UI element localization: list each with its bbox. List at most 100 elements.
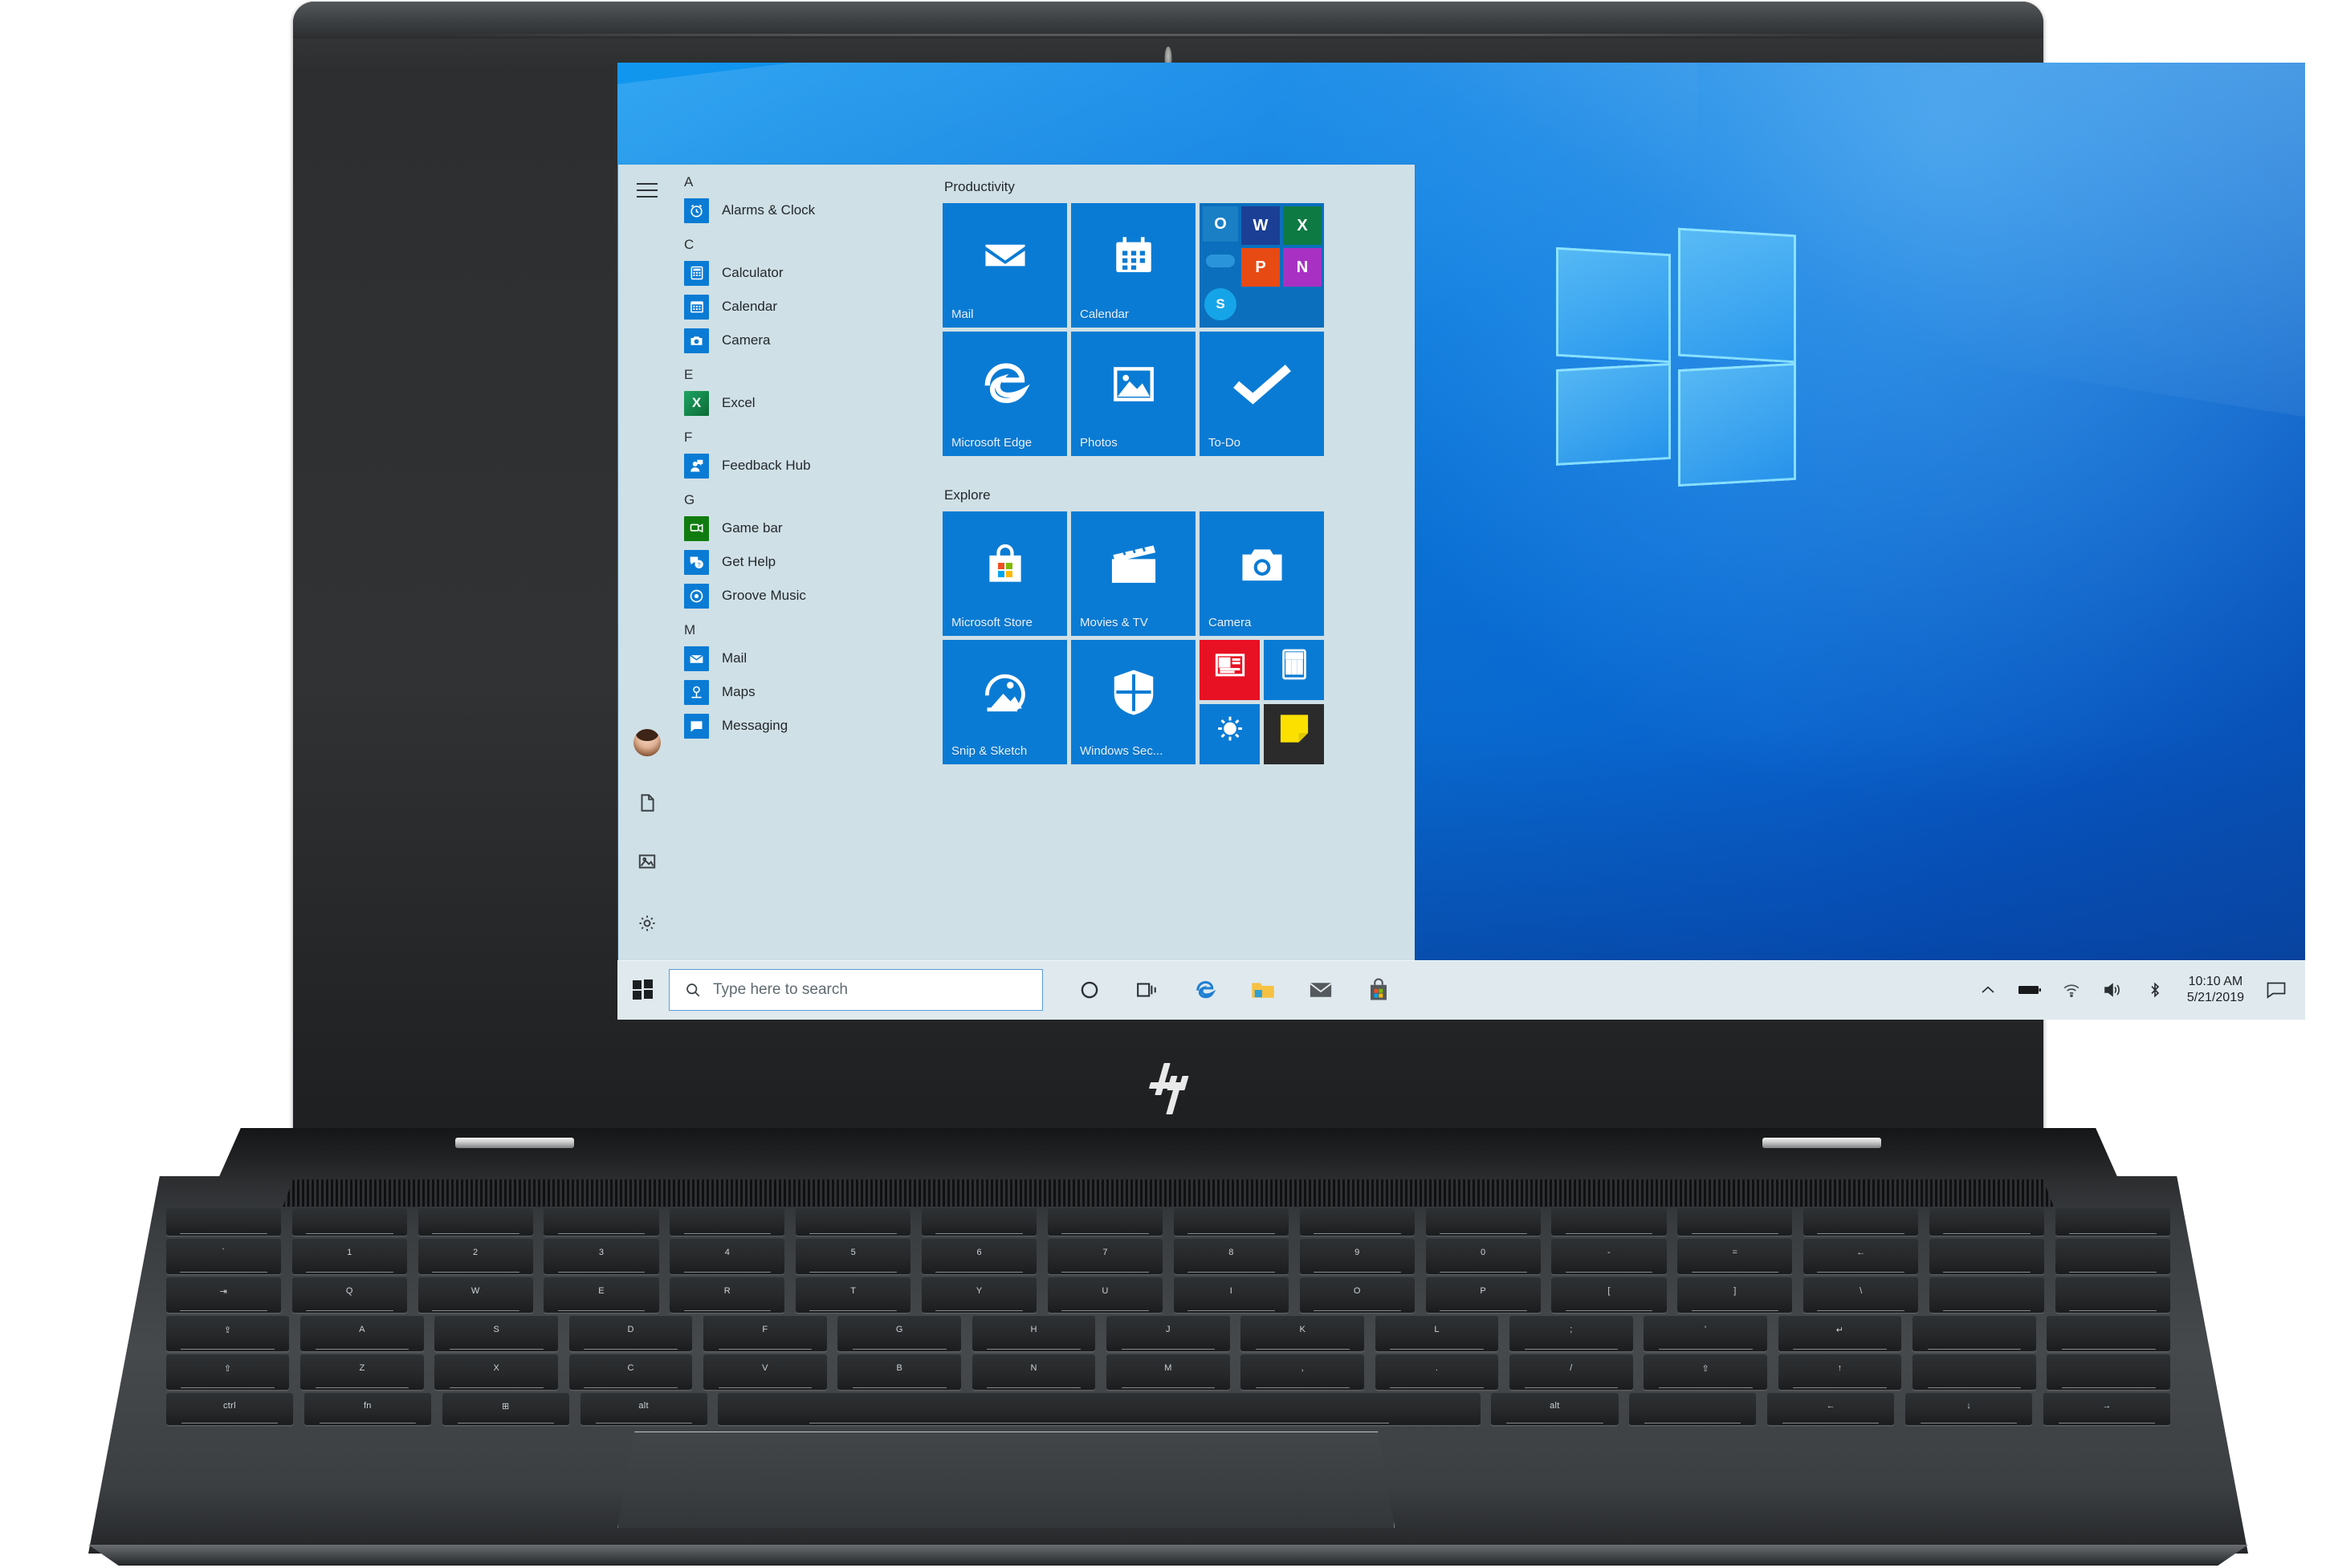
keyboard-key[interactable]: 4	[670, 1239, 785, 1274]
app-list-item-messaging[interactable]: Messaging	[674, 709, 923, 743]
app-list-item-get-help[interactable]: ? Get Help	[674, 545, 923, 579]
keyboard-key[interactable]: ←	[1767, 1393, 1895, 1425]
keyboard-key[interactable]: 9	[1299, 1239, 1415, 1274]
app-list-item-maps[interactable]: Maps	[674, 675, 923, 709]
app-group-letter[interactable]: E	[684, 367, 923, 383]
keyboard-key[interactable]: alt	[1491, 1393, 1619, 1425]
app-group-letter[interactable]: G	[684, 492, 923, 508]
action-center-button[interactable]	[2255, 960, 2297, 1020]
keyboard-key[interactable]: 7	[1047, 1239, 1163, 1274]
keyboard-key[interactable]: L	[1375, 1316, 1499, 1351]
all-apps-list[interactable]: A Alarms & Clock C Calculator Calendar C…	[674, 165, 923, 960]
keyboard-key[interactable]: 8	[1173, 1239, 1289, 1274]
tile-calendar[interactable]: Calendar	[1071, 203, 1196, 328]
keyboard-key[interactable]	[2055, 1239, 2171, 1274]
tile-windows-security[interactable]: Windows Sec...	[1071, 640, 1196, 764]
app-group-letter[interactable]: A	[684, 174, 923, 190]
tile-photos[interactable]: Photos	[1071, 332, 1196, 456]
app-list-item-excel[interactable]: X Excel	[674, 386, 923, 420]
keyboard-key[interactable]: D	[568, 1316, 693, 1351]
keyboard[interactable]: ` 1 2 3 4 5 6 7 8 9 0- = ← ⇥ Q W E R T Y U I O P [] \ ⇪ A S D F G H J K L…	[165, 1208, 2171, 1425]
keyboard-key[interactable]: ⇥	[165, 1277, 281, 1313]
keyboard-key[interactable]: fn	[303, 1393, 431, 1425]
tile-weather[interactable]	[1200, 704, 1260, 764]
keyboard-key[interactable]: N	[972, 1354, 1096, 1390]
keyboard-key[interactable]: -	[1551, 1239, 1667, 1274]
keyboard-key[interactable]: V	[703, 1354, 827, 1390]
taskbar-clock[interactable]: 10:10 AM 5/21/2019	[2176, 974, 2255, 1005]
app-group-letter[interactable]: F	[684, 430, 923, 446]
keyboard-key[interactable]	[1677, 1208, 1793, 1236]
keyboard-key[interactable]: W	[418, 1277, 533, 1313]
keyboard-key[interactable]: B	[837, 1354, 962, 1390]
keyboard-key[interactable]	[1929, 1239, 2045, 1274]
tray-bluetooth-button[interactable]	[2134, 960, 2176, 1020]
keyboard-key[interactable]: [	[1551, 1277, 1667, 1313]
keyboard-key[interactable]	[1173, 1208, 1289, 1236]
keyboard-key[interactable]: ⇪	[165, 1316, 290, 1351]
hamburger-menu-button[interactable]	[631, 174, 663, 206]
pictures-button[interactable]	[631, 845, 663, 878]
keyboard-key[interactable]	[165, 1208, 281, 1236]
taskbar-store-button[interactable]	[1350, 960, 1407, 1020]
tile-movies-tv[interactable]: Movies & TV	[1071, 511, 1196, 636]
keyboard-key[interactable]: .	[1375, 1354, 1499, 1390]
keyboard-key[interactable]	[2055, 1277, 2171, 1313]
tile-news[interactable]	[1200, 640, 1260, 700]
tile-camera[interactable]: Camera	[1200, 511, 1324, 636]
keyboard-key[interactable]: ⇧	[1644, 1354, 1768, 1390]
keyboard-key[interactable]	[1629, 1393, 1757, 1425]
taskbar-mail-button[interactable]	[1292, 960, 1350, 1020]
keyboard-key[interactable]	[1047, 1208, 1163, 1236]
app-list-item-game-bar[interactable]: Game bar	[674, 511, 923, 545]
keyboard-key[interactable]: 2	[418, 1239, 533, 1274]
app-list-item-mail[interactable]: Mail	[674, 641, 923, 675]
keyboard-key[interactable]: K	[1240, 1316, 1365, 1351]
keyboard-key[interactable]: J	[1106, 1316, 1230, 1351]
taskbar-file-explorer-button[interactable]	[1234, 960, 1292, 1020]
keyboard-key[interactable]: ;	[1509, 1316, 1633, 1351]
keyboard-key[interactable]: Z	[300, 1354, 424, 1390]
keyboard-key[interactable]	[1929, 1277, 2045, 1313]
tile-office-suite[interactable]: O W X P N S	[1200, 203, 1324, 328]
keyboard-key[interactable]	[796, 1208, 911, 1236]
keyboard-key[interactable]: A	[300, 1316, 424, 1351]
keyboard-key[interactable]: alt	[580, 1393, 707, 1425]
keyboard-key[interactable]: P	[1425, 1277, 1541, 1313]
keyboard-key[interactable]	[418, 1208, 533, 1236]
keyboard-key[interactable]: H	[972, 1316, 1096, 1351]
keyboard-key[interactable]: X	[434, 1354, 559, 1390]
tile-microsoft-store[interactable]: Microsoft Store	[943, 511, 1067, 636]
taskbar-cortana-button[interactable]	[1061, 960, 1118, 1020]
keyboard-key[interactable]: ⇧	[165, 1354, 290, 1390]
keyboard-key[interactable]: G	[837, 1316, 962, 1351]
keyboard-key[interactable]	[2047, 1316, 2171, 1351]
keyboard-key[interactable]: Y	[922, 1277, 1037, 1313]
keyboard-key[interactable]: 6	[922, 1239, 1037, 1274]
keyboard-key[interactable]	[1803, 1208, 1919, 1236]
keyboard-key[interactable]: 1	[291, 1239, 407, 1274]
app-list-item-alarms-clock[interactable]: Alarms & Clock	[674, 193, 923, 227]
keyboard-key[interactable]: 5	[796, 1239, 911, 1274]
search-input[interactable]: Type here to search	[669, 969, 1043, 1011]
keyboard-key[interactable]: F	[703, 1316, 827, 1351]
tile-snip-sketch[interactable]: Snip & Sketch	[943, 640, 1067, 764]
keyboard-key[interactable]: E	[544, 1277, 659, 1313]
app-list-item-calculator[interactable]: Calculator	[674, 256, 923, 290]
keyboard-key[interactable]	[1551, 1208, 1667, 1236]
tile-sticky-notes[interactable]	[1264, 704, 1324, 764]
keyboard-key[interactable]: ,	[1240, 1354, 1365, 1390]
tray-battery-button[interactable]	[2009, 960, 2051, 1020]
touchpad[interactable]	[617, 1432, 1395, 1528]
app-list-item-feedback-hub[interactable]: Feedback Hub	[674, 449, 923, 483]
tray-network-button[interactable]	[2051, 960, 2092, 1020]
settings-button[interactable]	[631, 907, 663, 939]
keyboard-key[interactable]	[2047, 1354, 2171, 1390]
keyboard-key[interactable]: C	[568, 1354, 693, 1390]
keyboard-key[interactable]	[291, 1208, 407, 1236]
keyboard-key[interactable]: U	[1047, 1277, 1163, 1313]
keyboard-key[interactable]	[718, 1393, 1481, 1425]
tile-mail[interactable]: Mail	[943, 203, 1067, 328]
keyboard-key[interactable]	[544, 1208, 659, 1236]
keyboard-key[interactable]: `	[165, 1239, 281, 1274]
